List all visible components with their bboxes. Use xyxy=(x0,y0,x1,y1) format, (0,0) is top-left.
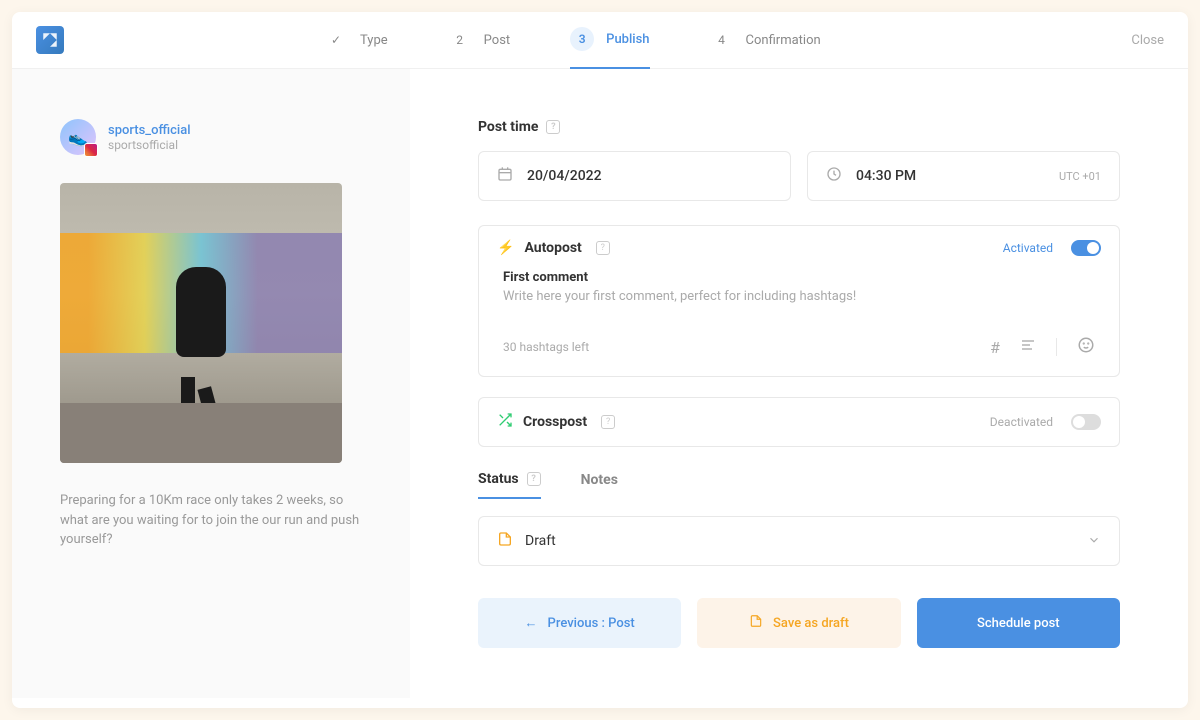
date-input[interactable]: 20/04/2022 xyxy=(478,151,791,201)
step-confirmation[interactable]: 4 Confirmation xyxy=(710,28,821,52)
post-caption: Preparing for a 10Km race only takes 2 w… xyxy=(60,491,362,550)
lightning-icon: ⚡ xyxy=(497,240,514,256)
help-icon[interactable]: ? xyxy=(546,120,560,134)
step-publish[interactable]: 3 Publish xyxy=(570,27,649,69)
crosspost-status: Deactivated xyxy=(990,415,1053,429)
save-draft-button[interactable]: Save as draft xyxy=(697,598,900,648)
step-post[interactable]: 2 Post xyxy=(448,28,511,52)
schedule-post-button[interactable]: Schedule post xyxy=(917,598,1120,648)
step-type[interactable]: ✓ Type xyxy=(324,28,388,52)
align-icon[interactable] xyxy=(1020,337,1036,357)
crosspost-toggle[interactable] xyxy=(1071,414,1101,430)
avatar[interactable]: 👟 xyxy=(60,119,96,155)
timezone-label: UTC +01 xyxy=(1059,170,1101,183)
check-icon: ✓ xyxy=(324,28,348,52)
help-icon[interactable]: ? xyxy=(527,472,541,486)
account-handle: sportsofficial xyxy=(108,138,191,152)
clock-icon xyxy=(826,166,842,186)
status-dropdown[interactable]: Draft xyxy=(478,516,1120,566)
account-info: 👟 sports_official sportsofficial xyxy=(60,119,362,155)
account-name: sports_official xyxy=(108,123,191,138)
close-button[interactable]: Close xyxy=(1131,33,1164,48)
hashtag-count: 30 hashtags left xyxy=(503,340,589,354)
help-icon[interactable]: ? xyxy=(601,415,615,429)
autopost-status: Activated xyxy=(1003,241,1053,255)
document-icon xyxy=(497,531,513,551)
first-comment-input[interactable]: Write here your first comment, perfect f… xyxy=(503,289,1095,304)
post-preview-image xyxy=(60,183,342,463)
shuffle-icon xyxy=(497,412,513,432)
arrow-left-icon: ← xyxy=(525,615,538,631)
calendar-icon xyxy=(497,166,513,186)
time-input[interactable]: 04:30 PM UTC +01 xyxy=(807,151,1120,201)
emoji-icon[interactable] xyxy=(1077,336,1095,358)
instagram-badge-icon xyxy=(84,143,98,157)
autopost-toggle[interactable] xyxy=(1071,240,1101,256)
wizard-steps: ✓ Type 2 Post 3 Publish 4 Confirmation xyxy=(324,27,821,53)
document-icon xyxy=(749,614,763,632)
main-panel: Post time ? 20/04/2022 04:30 PM UTC +01 xyxy=(410,69,1188,698)
first-comment-label: First comment xyxy=(503,270,1095,285)
tab-status[interactable]: Status ? xyxy=(478,471,541,499)
chevron-down-icon xyxy=(1087,532,1101,551)
previous-button[interactable]: ← Previous : Post xyxy=(478,598,681,648)
tabs: Status ? Notes xyxy=(478,471,1120,500)
crosspost-card: Crosspost ? Deactivated xyxy=(478,397,1120,447)
hashtag-icon[interactable]: # xyxy=(990,338,1000,357)
help-icon[interactable]: ? xyxy=(596,241,610,255)
action-bar: ← Previous : Post Save as draft Schedule… xyxy=(478,598,1120,648)
post-time-label: Post time ? xyxy=(478,119,1120,135)
app-logo[interactable] xyxy=(36,26,64,54)
autopost-card: ⚡ Autopost ? Activated First comment Wri… xyxy=(478,225,1120,377)
header: ✓ Type 2 Post 3 Publish 4 Confirmation C… xyxy=(12,12,1188,69)
tab-notes[interactable]: Notes xyxy=(581,471,618,499)
preview-sidebar: 👟 sports_official sportsofficial Prepari… xyxy=(12,69,410,698)
